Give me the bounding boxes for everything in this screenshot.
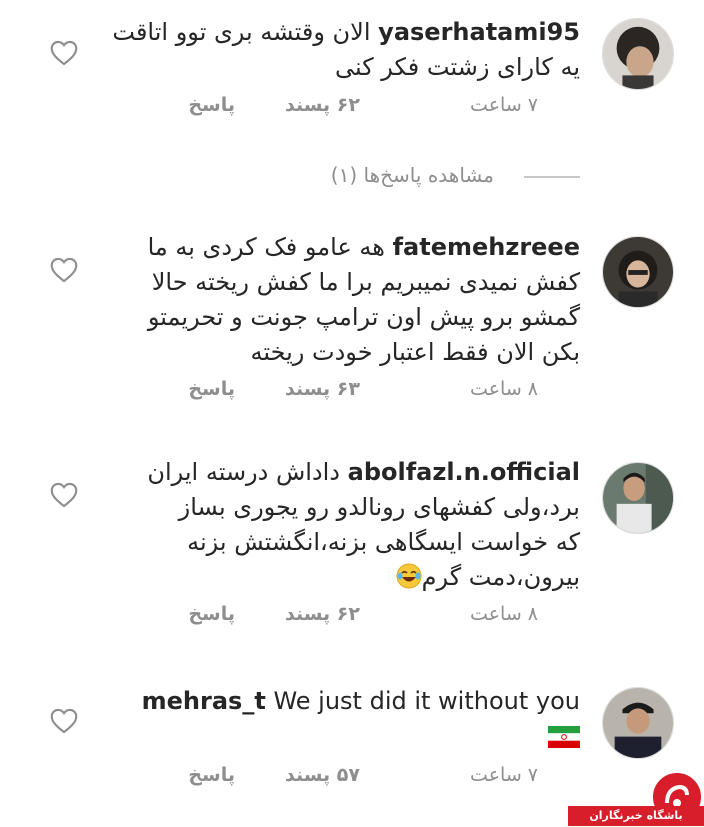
view-replies-button[interactable]: مشاهده پاسخ‌ها (۱): [300, 163, 580, 193]
laughing-tears-emoji-icon: [396, 563, 422, 589]
view-replies-label: مشاهده پاسخ‌ها (۱): [330, 163, 494, 187]
comment-line: abolfazl.n.official داداش درسته ایران: [100, 455, 580, 490]
avatar[interactable]: [602, 687, 674, 759]
comment-line: mehras_t We just did it without you: [100, 684, 580, 719]
comment-likes[interactable]: ۶۲ پسند: [285, 603, 360, 625]
avatar[interactable]: [602, 236, 674, 308]
comment-line: fatemehzreee هه عامو فک کردی به ما: [100, 230, 580, 265]
iran-flag-icon: [548, 723, 580, 748]
comment-username[interactable]: mehras_t: [142, 687, 266, 715]
comment-line: [100, 719, 580, 754]
avatar[interactable]: [602, 462, 674, 534]
heart-icon[interactable]: [50, 40, 78, 66]
comment-text: هه عامو فک کردی به ما: [147, 233, 385, 261]
comment-time: ۷ ساعت: [470, 94, 538, 116]
watermark-logo: باشگاه خبرنگاران: [568, 770, 704, 827]
comment-username[interactable]: abolfazl.n.official: [348, 458, 580, 486]
comment-text: بیرون،دمت گرم: [421, 563, 580, 591]
heart-icon[interactable]: [50, 482, 78, 508]
comment-line: yaserhatami95 الان وقتشه بری توو اتاقت: [100, 15, 580, 50]
comment-body: abolfazl.n.official داداش درسته ایران بر…: [100, 455, 580, 595]
reply-button[interactable]: پاسخ: [188, 378, 235, 400]
comment-likes[interactable]: ۶۳ پسند: [285, 378, 360, 400]
heart-icon[interactable]: [50, 708, 78, 734]
watermark-label: باشگاه خبرنگاران: [568, 806, 704, 826]
reply-button[interactable]: پاسخ: [188, 764, 235, 786]
comment-body: yaserhatami95 الان وقتشه بری توو اتاقت ی…: [100, 15, 580, 85]
avatar[interactable]: [602, 18, 674, 90]
comment-meta: ۷ ساعت ۵۷ پسند پاسخ: [150, 764, 570, 794]
comment-text: که خواست ایسگاهی بزنه،انگشتش بزنه: [187, 528, 580, 556]
comment-meta: ۸ ساعت ۶۲ پسند پاسخ: [150, 603, 570, 633]
reply-button[interactable]: پاسخ: [188, 94, 235, 116]
comment-text: الان وقتشه بری توو اتاقت: [112, 18, 371, 46]
comment-body: mehras_t We just did it without you: [100, 684, 580, 754]
comment-meta: ۸ ساعت ۶۳ پسند پاسخ: [150, 378, 570, 408]
comment-time: ۸ ساعت: [470, 378, 538, 400]
comment-meta: ۷ ساعت ۶۲ پسند پاسخ: [150, 94, 570, 124]
heart-icon[interactable]: [50, 257, 78, 283]
reply-button[interactable]: پاسخ: [188, 603, 235, 625]
comment-text: یه کارای زشتت فکر کنی: [335, 53, 580, 81]
view-replies-line: [524, 176, 580, 178]
comment-body: fatemehzreee هه عامو فک کردی به ما کفش ن…: [100, 230, 580, 370]
comment-likes[interactable]: ۶۲ پسند: [285, 94, 360, 116]
comment-text: گمشو برو پیش اون ترامپ جونت و تحریمتو: [147, 303, 580, 331]
comment-line: بیرون،دمت گرم: [100, 560, 580, 595]
comment-text: بکن الان فقط اعتبار خودت ریخته: [250, 338, 580, 366]
comment-text: کفش نمیدی نمیبریم برا ما کفش ریخته حالا: [151, 268, 580, 296]
comment-username[interactable]: yaserhatami95: [378, 18, 580, 46]
comment-text: داداش درسته ایران: [147, 458, 340, 486]
comment-text: We just did it without you: [273, 687, 580, 715]
comment-username[interactable]: fatemehzreee: [393, 233, 580, 261]
comment-time: ۷ ساعت: [470, 764, 538, 786]
comment-time: ۸ ساعت: [470, 603, 538, 625]
comment-text: برد،ولی کفشهای رونالدو رو یجوری بساز: [178, 493, 580, 521]
comment-likes[interactable]: ۵۷ پسند: [285, 764, 360, 786]
